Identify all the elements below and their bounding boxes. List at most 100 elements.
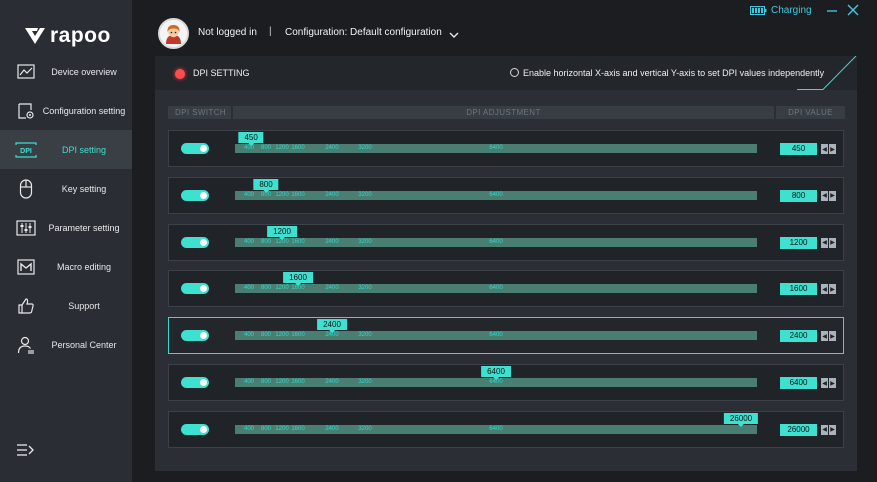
login-status[interactable]: Not logged in <box>198 27 257 38</box>
dpi-tick-label: 1200 <box>275 191 289 198</box>
increase-arrow-icon[interactable]: ▶ <box>829 190 836 201</box>
dpi-value-input[interactable]: 2400 <box>780 330 817 343</box>
dpi-slider-handle[interactable]: 26000 <box>723 412 759 427</box>
dpi-value-input[interactable]: 6400 <box>780 377 817 389</box>
dpi-stepper[interactable]: ◀ ▶ <box>821 237 836 248</box>
increase-arrow-icon[interactable]: ▶ <box>829 331 836 342</box>
sidebar-item-label: Personal Center <box>51 339 117 350</box>
configuration-selector[interactable]: Configuration: Default configuration <box>285 27 442 38</box>
dpi-tick-label: 800 <box>260 425 272 432</box>
decrease-arrow-icon[interactable]: ◀ <box>821 284 828 295</box>
chevron-down-icon[interactable] <box>448 27 460 38</box>
sidebar-item-personal-center[interactable]: Personal Center <box>0 325 132 364</box>
battery-icon <box>750 6 767 15</box>
column-header-dpi-value: DPI VALUE <box>776 106 845 119</box>
dpi-slider-track[interactable]: 400 800 1200 1600 2400 3200 6400 6400 <box>235 366 757 387</box>
dpi-slider-handle[interactable]: 6400 <box>481 366 511 380</box>
dpi-tick-label: 2400 <box>325 285 339 292</box>
sidebar-item-macro-editing[interactable]: Macro editing <box>0 247 132 286</box>
increase-arrow-icon[interactable]: ▶ <box>829 144 836 154</box>
sidebar-item-parameter-setting[interactable]: Parameter setting <box>0 208 132 247</box>
dpi-value-input[interactable]: 450 <box>780 143 817 155</box>
sidebar-item-label: Support <box>68 300 100 311</box>
independent-axes-label[interactable]: Enable horizontal X-axis and vertical Y-… <box>523 68 824 78</box>
dpi-stepper[interactable]: ◀ ▶ <box>821 284 836 295</box>
dpi-slider-track[interactable]: 400 800 1200 1600 2400 3200 6400 1600 <box>235 272 757 294</box>
dpi-switch-toggle[interactable] <box>181 377 209 388</box>
minimize-icon[interactable] <box>826 3 838 17</box>
sidebar-item-configuration-setting[interactable]: Configuration setting <box>0 91 132 130</box>
dpi-slider-track[interactable]: 400 800 1200 1600 2400 3200 6400 26000 <box>235 412 759 434</box>
dpi-tick-label: 400 <box>243 285 255 292</box>
dpi-slider-handle[interactable]: 450 <box>238 132 264 146</box>
dpi-switch-toggle[interactable] <box>181 283 209 295</box>
decrease-arrow-icon[interactable]: ◀ <box>821 190 828 201</box>
dpi-tick-label: 3200 <box>358 145 372 151</box>
dpi-level-row[interactable]: 400 800 1200 1600 2400 3200 6400 1600 1600 ◀ ▶ <box>168 270 844 308</box>
increase-arrow-icon[interactable]: ▶ <box>829 284 836 295</box>
dpi-level-row[interactable]: 400 800 1200 1600 2400 3200 6400 2400 2400 ◀ ▶ <box>168 317 844 355</box>
dpi-tick-label: 6400 <box>489 285 503 292</box>
dpi-stepper[interactable]: ◀ ▶ <box>821 190 836 201</box>
dpi-tick-label: 800 <box>260 285 272 292</box>
decrease-arrow-icon[interactable]: ◀ <box>821 331 828 342</box>
dpi-slider-handle[interactable]: 800 <box>253 178 279 193</box>
dpi-level-row[interactable]: 400 800 1200 1600 2400 3200 6400 450 450 ◀ ▶ <box>168 130 844 167</box>
dpi-level-row[interactable]: 400 800 1200 1600 2400 3200 6400 800 800 ◀ ▶ <box>168 176 844 214</box>
dpi-slider-handle[interactable]: 2400 <box>317 319 347 334</box>
dpi-stepper[interactable]: ◀ ▶ <box>821 378 836 388</box>
dpi-tick-label: 6400 <box>489 145 503 151</box>
dpi-stepper[interactable]: ◀ ▶ <box>821 331 836 342</box>
dpi-tick-label: 800 <box>260 332 272 339</box>
dpi-switch-toggle[interactable] <box>181 330 209 342</box>
increase-arrow-icon[interactable]: ▶ <box>829 237 836 248</box>
independent-axes-radio[interactable] <box>510 68 519 77</box>
dpi-value-input[interactable]: 26000 <box>780 423 817 436</box>
dpi-level-row[interactable]: 400 800 1200 1600 2400 3200 6400 1200 1200 ◀ ▶ <box>168 223 844 261</box>
dpi-tick-label: 400 <box>243 238 255 245</box>
dpi-level-row[interactable]: 400 800 1200 1600 2400 3200 6400 26000 26000 ◀ ▶ <box>168 410 844 448</box>
dpi-tick-label: 2400 <box>325 145 339 151</box>
dpi-slider-track[interactable]: 400 800 1200 1600 2400 3200 6400 1200 <box>235 225 757 247</box>
dpi-tick-label: 2400 <box>325 379 339 385</box>
dpi-slider-track[interactable]: 400 800 1200 1600 2400 3200 6400 800 <box>235 178 757 200</box>
sidebar-nav: Device overview Configuration setting DP… <box>0 52 132 364</box>
dpi-slider-track[interactable]: 400 800 1200 1600 2400 3200 6400 2400 <box>235 319 757 341</box>
decrease-arrow-icon[interactable]: ◀ <box>821 378 828 388</box>
sidebar-item-label: Parameter setting <box>48 222 120 233</box>
dpi-slider-track[interactable]: 400 800 1200 1600 2400 3200 6400 450 <box>235 132 757 153</box>
dpi-tick-label: 6400 <box>489 191 503 198</box>
collapse-menu-icon[interactable] <box>16 441 38 461</box>
decrease-arrow-icon[interactable]: ◀ <box>821 237 828 248</box>
increase-arrow-icon[interactable]: ▶ <box>829 424 836 435</box>
sidebar-item-label: Macro editing <box>56 261 112 272</box>
avatar[interactable] <box>158 18 189 49</box>
dpi-level-row[interactable]: 400 800 1200 1600 2400 3200 6400 6400 6400 ◀ ▶ <box>168 364 844 401</box>
dpi-switch-toggle[interactable] <box>181 236 209 248</box>
dpi-tick-label: 1600 <box>291 332 305 339</box>
dpi-panel: DPI SETTING Enable horizontal X-axis and… <box>155 56 857 471</box>
dpi-slider-handle[interactable]: 1200 <box>267 225 297 240</box>
dpi-value-input[interactable]: 1600 <box>780 283 817 296</box>
dpi-tick-label: 2400 <box>325 191 339 198</box>
dpi-stepper[interactable]: ◀ ▶ <box>821 424 836 435</box>
decrease-arrow-icon[interactable]: ◀ <box>821 144 828 154</box>
dpi-switch-toggle[interactable] <box>181 143 209 154</box>
close-icon[interactable] <box>846 3 860 17</box>
increase-arrow-icon[interactable]: ▶ <box>829 378 836 388</box>
dpi-switch-toggle[interactable] <box>181 189 209 201</box>
dpi-value-input[interactable]: 800 <box>780 189 817 202</box>
dpi-switch-toggle[interactable] <box>181 423 209 435</box>
rapoo-v-icon <box>25 28 45 44</box>
sidebar-item-key-setting[interactable]: Key setting <box>0 169 132 208</box>
sidebar-item-support[interactable]: Support <box>0 286 132 325</box>
dpi-tick-label: 1200 <box>275 145 289 151</box>
sidebar-item-dpi-setting[interactable]: DPI DPI setting <box>0 130 132 169</box>
dpi-tick-label: 1600 <box>291 238 305 245</box>
dpi-tick-label: 800 <box>260 238 272 245</box>
decrease-arrow-icon[interactable]: ◀ <box>821 424 828 435</box>
dpi-stepper[interactable]: ◀ ▶ <box>821 144 836 154</box>
dpi-slider-handle[interactable]: 1600 <box>283 272 313 287</box>
sidebar-item-device-overview[interactable]: Device overview <box>0 52 132 91</box>
dpi-value-input[interactable]: 1200 <box>780 236 817 249</box>
